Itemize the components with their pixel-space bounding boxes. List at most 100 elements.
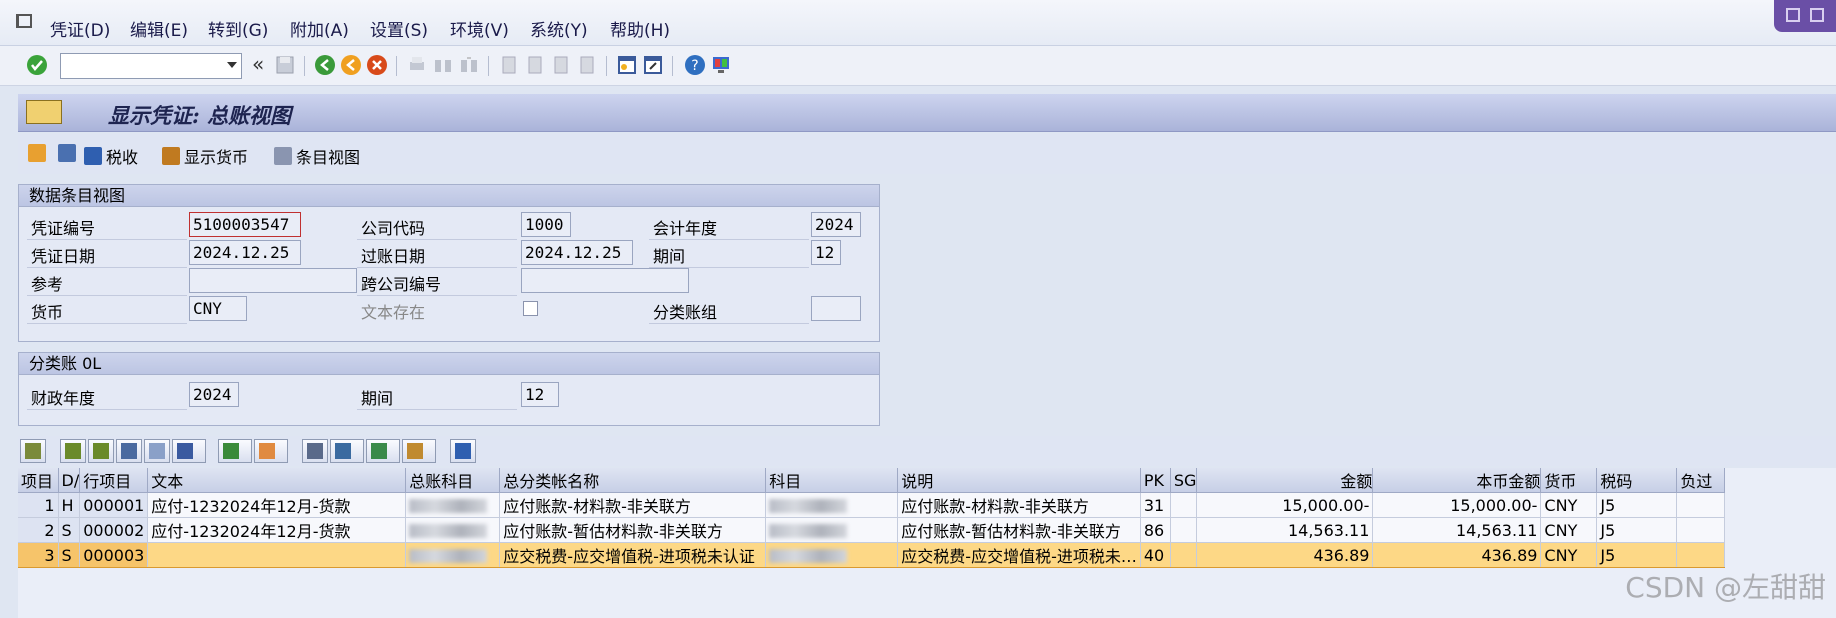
- restore-icon[interactable]: [1786, 8, 1800, 22]
- cell-description[interactable]: 应付账款-材料款-非关联方: [897, 492, 1141, 518]
- cell-currency[interactable]: CNY: [1540, 517, 1598, 543]
- currency-field[interactable]: CNY: [189, 296, 247, 321]
- cell-tax-code[interactable]: J5: [1596, 492, 1678, 518]
- cell-pk[interactable]: 40: [1140, 542, 1171, 568]
- cell-gl-name[interactable]: 应交税费-应交增值税-进项税未认证: [499, 542, 767, 568]
- cell-line[interactable]: 000003: [79, 542, 149, 568]
- cell-gl-account[interactable]: [405, 492, 501, 518]
- col-item[interactable]: 项目: [18, 468, 59, 493]
- cell-sg[interactable]: [1170, 542, 1198, 568]
- cell-tax-code[interactable]: J5: [1596, 542, 1678, 568]
- back-icon[interactable]: [314, 54, 336, 76]
- col-tax-code[interactable]: 税码: [1596, 468, 1678, 493]
- menu-settings[interactable]: 设置(S): [370, 16, 428, 41]
- cell-pk[interactable]: 86: [1140, 517, 1171, 543]
- views-button[interactable]: [330, 439, 364, 463]
- cell-line[interactable]: 000001: [79, 492, 149, 518]
- menu-help[interactable]: 帮助(H): [610, 16, 670, 41]
- sort-ascending-button[interactable]: [60, 439, 86, 463]
- table-row[interactable]: 2 S 000002 应付-1232024年12月-货款 应付账款-暂估材料款-…: [18, 517, 1726, 543]
- cell-text[interactable]: [147, 542, 407, 568]
- save-icon[interactable]: [274, 54, 296, 76]
- filter-button[interactable]: [172, 439, 206, 463]
- cell-account[interactable]: [765, 492, 899, 518]
- info-button[interactable]: [450, 439, 476, 463]
- ledger-fiscal-year-field[interactable]: 2024: [189, 382, 239, 407]
- cell-negative-posting[interactable]: [1676, 517, 1726, 543]
- doc-date-field[interactable]: 2024.12.25: [189, 240, 301, 265]
- tax-button[interactable]: 税收: [84, 144, 138, 168]
- col-dc[interactable]: D/: [58, 468, 81, 493]
- menu-environment[interactable]: 环境(V): [450, 16, 509, 41]
- col-text[interactable]: 文本: [147, 468, 407, 493]
- document-icon[interactable]: [26, 100, 62, 124]
- details-button[interactable]: [20, 439, 46, 463]
- col-account[interactable]: 科目: [765, 468, 899, 493]
- cell-currency[interactable]: CNY: [1540, 492, 1598, 518]
- system-menu-icon[interactable]: [16, 14, 32, 28]
- entry-view-button[interactable]: 条目视图: [274, 144, 360, 168]
- enter-icon[interactable]: [26, 54, 48, 76]
- cell-amount[interactable]: 436.89: [1196, 542, 1374, 568]
- cell-dc[interactable]: S: [58, 542, 81, 568]
- document-header-button[interactable]: [28, 144, 46, 162]
- cell-amount[interactable]: 15,000.00-: [1196, 492, 1374, 518]
- find-next-button[interactable]: [144, 439, 170, 463]
- col-pk[interactable]: PK: [1140, 468, 1171, 493]
- period-field[interactable]: 12: [811, 240, 841, 265]
- command-field[interactable]: [60, 53, 242, 79]
- menu-goto[interactable]: 转到(G): [208, 16, 268, 41]
- cell-local-amount[interactable]: 15,000.00-: [1372, 492, 1542, 518]
- help-icon[interactable]: ?: [684, 54, 706, 76]
- shortcut-icon[interactable]: [642, 54, 664, 76]
- export-button[interactable]: [366, 439, 400, 463]
- chevron-down-icon[interactable]: [227, 62, 237, 68]
- cell-item[interactable]: 2: [18, 517, 59, 543]
- subtotal-button[interactable]: [254, 439, 288, 463]
- cell-text[interactable]: 应付-1232024年12月-货款: [147, 492, 407, 518]
- cell-item[interactable]: 3: [18, 542, 59, 568]
- display-currency-button[interactable]: 显示货币: [162, 144, 248, 168]
- col-line-item[interactable]: 行项目: [79, 468, 149, 493]
- cell-description[interactable]: 应交税费-应交增值税-进项税未…: [897, 542, 1141, 568]
- menu-extras[interactable]: 附加(A): [290, 16, 349, 41]
- doc-number-field[interactable]: 5100003547: [189, 212, 301, 237]
- cell-negative-posting[interactable]: [1676, 492, 1726, 518]
- col-local-amount[interactable]: 本币金额: [1372, 468, 1542, 493]
- table-row-selected[interactable]: 3 S 000003 应交税费-应交增值税-进项税未认证 应交税费-应交增值税-…: [18, 542, 1726, 568]
- cell-item[interactable]: 1: [18, 492, 59, 518]
- find-button[interactable]: [116, 439, 142, 463]
- sort-descending-button[interactable]: [88, 439, 114, 463]
- menu-system[interactable]: 系统(Y): [530, 16, 588, 41]
- ledger-period-field[interactable]: 12: [521, 382, 559, 407]
- fiscal-year-field[interactable]: 2024: [811, 212, 861, 237]
- cell-dc[interactable]: H: [58, 492, 81, 518]
- print-icon[interactable]: [406, 54, 428, 76]
- cell-currency[interactable]: CNY: [1540, 542, 1598, 568]
- print-preview-button[interactable]: [302, 439, 328, 463]
- find-icon[interactable]: [432, 54, 454, 76]
- collapse-icon[interactable]: «: [252, 52, 264, 76]
- col-amount[interactable]: 金额: [1196, 468, 1374, 493]
- company-code-field[interactable]: 1000: [521, 212, 571, 237]
- cancel-icon[interactable]: [366, 54, 388, 76]
- new-session-icon[interactable]: [616, 54, 638, 76]
- cell-gl-account[interactable]: [405, 517, 501, 543]
- menu-document[interactable]: 凭证(D): [50, 16, 110, 41]
- customize-layout-icon[interactable]: [710, 54, 732, 76]
- cell-tax-code[interactable]: J5: [1596, 517, 1678, 543]
- cell-account[interactable]: [765, 542, 899, 568]
- ledger-group-field[interactable]: [811, 296, 861, 321]
- layout-button[interactable]: [402, 439, 436, 463]
- cell-sg[interactable]: [1170, 517, 1198, 543]
- col-sg[interactable]: SG: [1170, 468, 1198, 493]
- previous-page-icon[interactable]: [524, 54, 546, 76]
- overview-button[interactable]: [58, 144, 76, 162]
- total-button[interactable]: [218, 439, 252, 463]
- cell-gl-account[interactable]: [405, 542, 501, 568]
- menu-edit[interactable]: 编辑(E): [130, 16, 188, 41]
- cell-sg[interactable]: [1170, 492, 1198, 518]
- cell-negative-posting[interactable]: [1676, 542, 1726, 568]
- col-description[interactable]: 说明: [897, 468, 1141, 493]
- cell-gl-name[interactable]: 应付账款-材料款-非关联方: [499, 492, 767, 518]
